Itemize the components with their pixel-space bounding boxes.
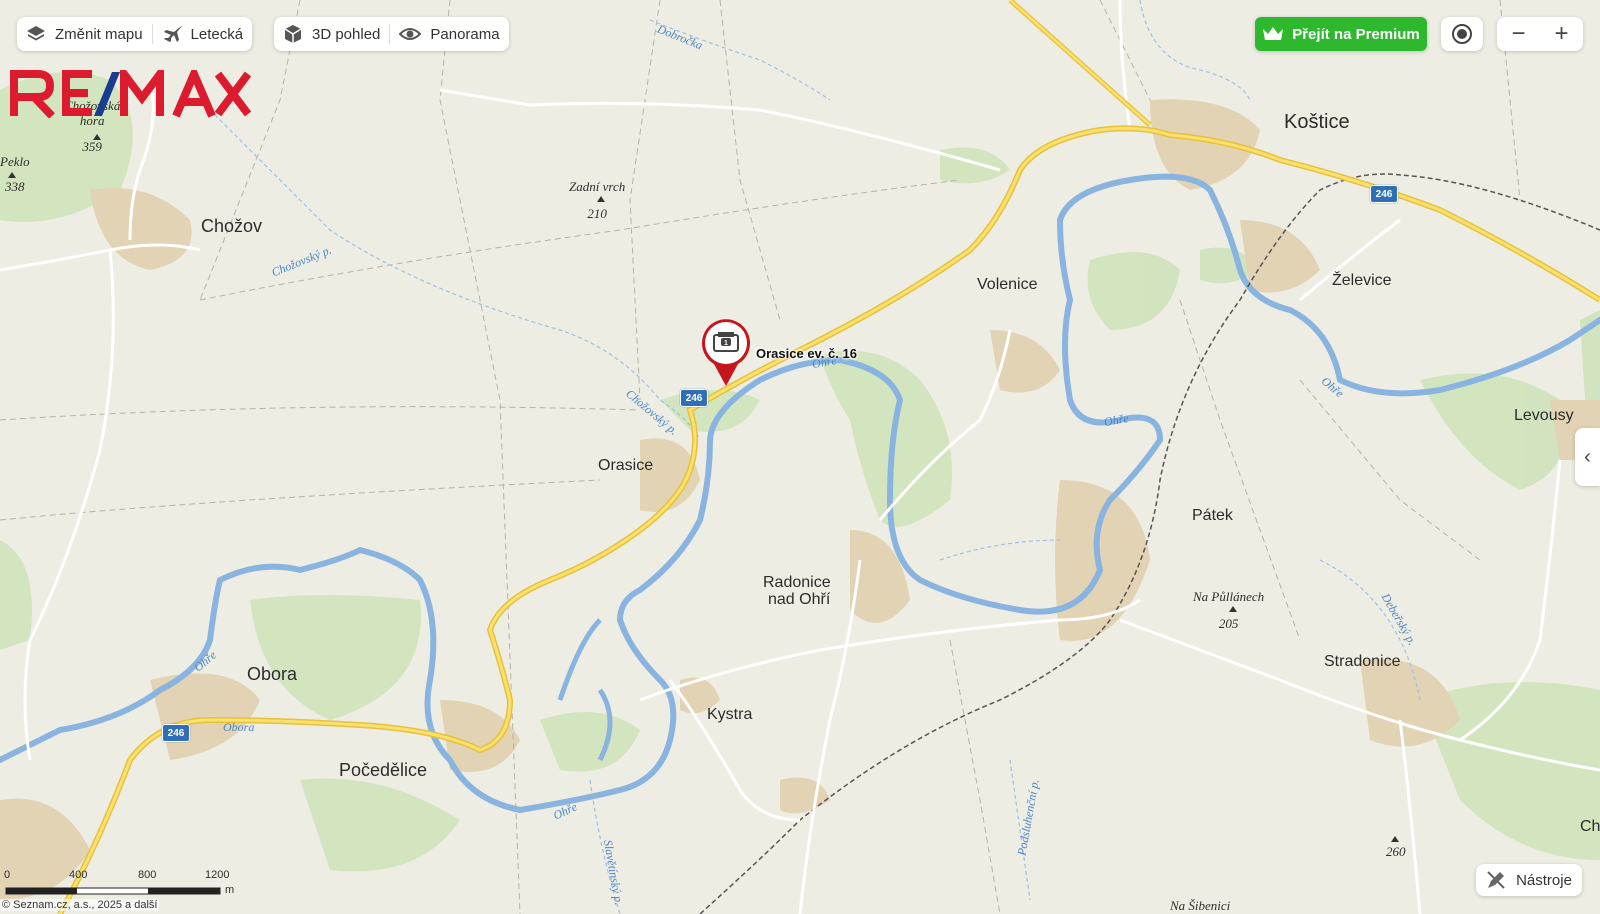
go-premium-label: Přejít na Premium: [1292, 25, 1420, 43]
road-shield-246: 246: [162, 724, 190, 742]
crown-icon: [1263, 27, 1284, 40]
copyright-text: © Seznam.cz, a.s., 2025 a: [2, 899, 135, 911]
place-radonice-2: nad Ohří: [768, 591, 831, 608]
change-map-button[interactable]: Změnit mapu: [17, 17, 152, 51]
peak-260: 260: [1386, 844, 1406, 859]
svg-text:1: 1: [724, 340, 728, 347]
place-chozov: Chožov: [201, 216, 263, 236]
scale-unit: m: [225, 884, 235, 896]
change-map-label: Změnit mapu: [55, 25, 143, 43]
cube-icon: [284, 25, 302, 43]
map-layer-toolbar: Změnit mapu Letecká: [17, 17, 253, 51]
view-mode-toolbar: 3D pohled Panorama: [274, 17, 509, 51]
side-panel-toggle[interactable]: ‹: [1575, 428, 1600, 486]
panorama-label: Panorama: [430, 25, 500, 43]
property-marker-label[interactable]: Orasice ev. č. 16: [756, 346, 857, 361]
property-pin-icon: 1: [702, 319, 750, 386]
airplane-icon: [163, 26, 182, 42]
peak-na-sibenici: Na Šibenici: [1170, 898, 1231, 913]
place-ch: Ch: [1580, 818, 1600, 835]
scale-label-800: 800: [138, 869, 157, 881]
zoom-in-button[interactable]: +: [1540, 17, 1583, 51]
tools-label: Nástroje: [1516, 871, 1572, 889]
place-radonice-1: Radonice: [763, 574, 831, 591]
property-marker[interactable]: 1: [700, 318, 752, 388]
my-location-button[interactable]: [1441, 17, 1483, 51]
eye-icon: [399, 28, 422, 40]
remax-logo: [10, 62, 255, 119]
copyright-notice: © Seznam.cz, a.s., 2025 a další: [0, 899, 160, 911]
peak-na-pullanech: Na Půllánech 205: [1193, 589, 1265, 631]
place-patek: Pátek: [1192, 507, 1233, 524]
place-orasice: Orasice: [598, 457, 654, 474]
place-volenice: Volenice: [977, 276, 1038, 293]
place-zelevice: Želevice: [1332, 272, 1392, 289]
aerial-button[interactable]: Letecká: [153, 17, 253, 51]
place-obora: Obora: [247, 664, 298, 684]
road-shield-246: 246: [680, 389, 708, 407]
peak-peklo: Peklo 338: [0, 154, 30, 194]
target-icon: [1452, 24, 1472, 44]
ruler-pencil-icon: [1487, 871, 1505, 889]
scale-label-400: 400: [69, 869, 88, 881]
map-canvas[interactable]: [0, 0, 1600, 914]
place-levousy: Levousy: [1514, 407, 1574, 424]
place-pocedelice: Počedělice: [339, 760, 428, 780]
aerial-label: Letecká: [190, 25, 244, 43]
layers-icon: [27, 26, 45, 41]
water-obora: Obora: [223, 720, 255, 734]
scale-label-0: 0: [4, 869, 11, 881]
place-stradonice: Stradonice: [1324, 653, 1401, 670]
tools-button[interactable]: Nástroje: [1476, 864, 1582, 896]
3d-view-button[interactable]: 3D pohled: [274, 17, 389, 51]
scale-label-1200: 1200: [205, 869, 230, 881]
road-shield-246: 246: [1370, 185, 1398, 203]
chevron-left-icon: ‹: [1584, 445, 1591, 468]
peak-zadni-vrch: Zadní vrch 210: [569, 179, 626, 221]
zoom-out-button[interactable]: −: [1497, 17, 1540, 51]
go-premium-button[interactable]: Přejít na Premium: [1255, 17, 1427, 51]
place-kystra: Kystra: [707, 706, 753, 723]
panorama-button[interactable]: Panorama: [390, 17, 508, 51]
place-kostice: Koštice: [1284, 111, 1350, 133]
zoom-controls: − +: [1497, 17, 1583, 51]
3d-view-label: 3D pohled: [312, 25, 381, 43]
copyright-more-link[interactable]: další: [134, 899, 157, 911]
